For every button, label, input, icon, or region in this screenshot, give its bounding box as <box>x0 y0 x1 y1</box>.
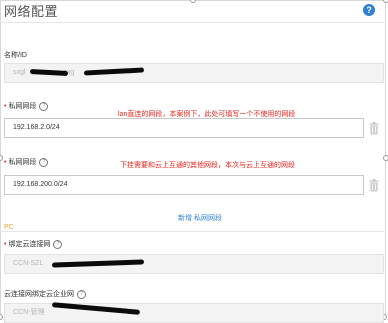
bind-ccn-label: • 绑定云连接网? <box>4 239 63 249</box>
private-segment-label-1: • 私网网段? <box>4 101 49 111</box>
help-icon[interactable]: ? <box>363 4 375 16</box>
annotation-cloud-segment: 下挂需要和云上互通的其他网段，本次与云上互通的网段 <box>120 162 295 169</box>
ccn-enterprise-label: 云连接网绑定云企业网? <box>4 289 86 299</box>
question-icon[interactable]: ? <box>77 289 86 299</box>
private-segment-input-2[interactable]: 192.168.200.0/24 <box>4 175 364 195</box>
question-icon[interactable]: ? <box>53 239 63 249</box>
name-id-label: 名称/ID <box>4 52 27 59</box>
dialog-title: 网络配置 <box>4 4 59 19</box>
private-segment-input-1[interactable]: 192.168.2.0/24 <box>4 118 364 138</box>
resize-handle-bottom-left[interactable] <box>0 314 3 320</box>
resize-handle-top-right[interactable] <box>383 0 388 3</box>
section-tag: PC <box>4 224 14 231</box>
private-segment-label-2: • 私网网段? <box>4 157 49 167</box>
trash-icon[interactable] <box>369 122 379 135</box>
name-id-value-prefix: sxgl <box>13 69 26 76</box>
section-divider <box>0 231 386 232</box>
add-private-segment-link[interactable]: 新增 私网网段 <box>178 213 222 223</box>
trash-icon[interactable] <box>369 179 379 192</box>
question-icon[interactable]: ? <box>39 101 49 111</box>
resize-handle-right[interactable] <box>383 155 388 161</box>
title-divider <box>0 22 386 23</box>
question-icon[interactable]: ? <box>39 157 49 167</box>
